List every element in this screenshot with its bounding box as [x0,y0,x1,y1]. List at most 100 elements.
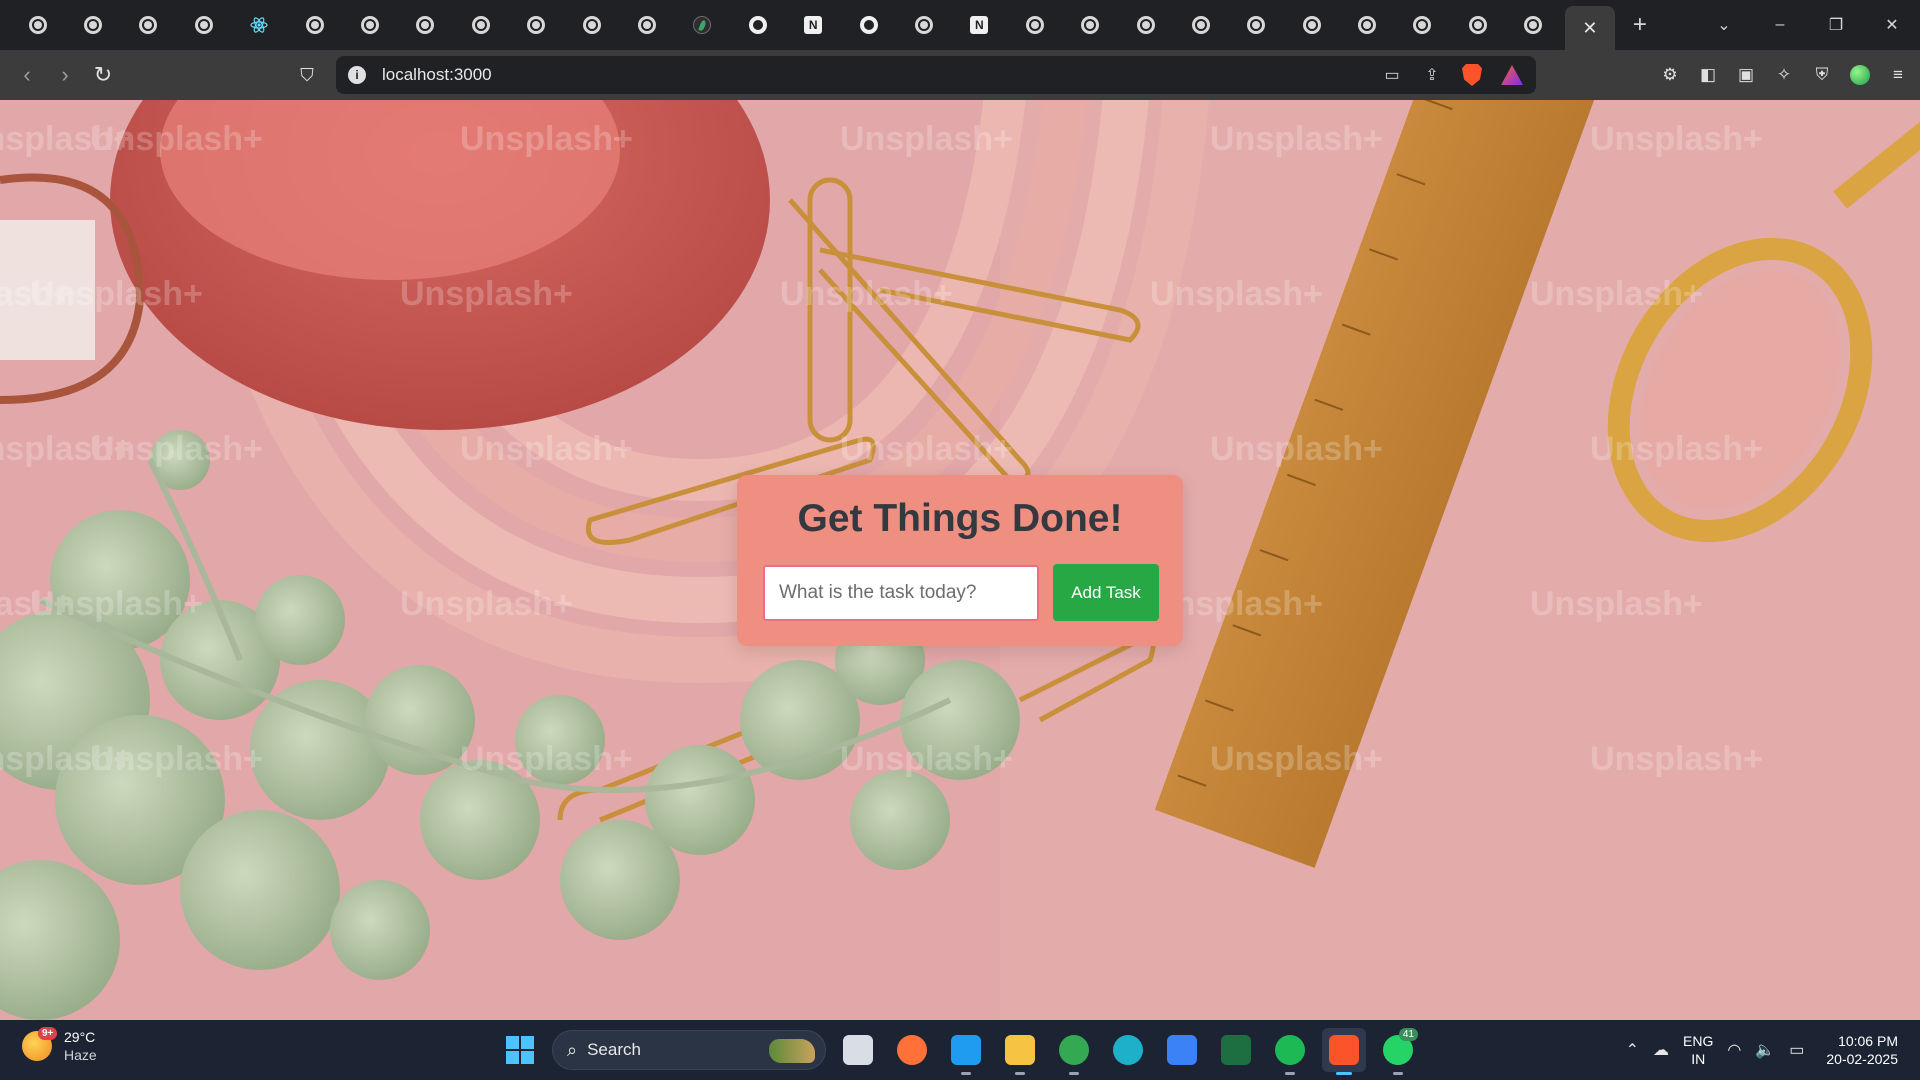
browser-tab[interactable] [287,5,342,45]
tab-strip: N N ✕ + [0,0,1920,50]
weather-condition: Haze [64,1047,97,1063]
taskbar-app-microsoft-store[interactable] [1160,1028,1204,1072]
address-bar[interactable]: i localhost:3000 ▭ ⇪ [336,56,1536,94]
watermark-text: Unsplash+ [840,120,1013,158]
browser-tab[interactable] [1173,5,1228,45]
sidebar-icon[interactable]: ◧ [1696,63,1720,87]
taskbar-app-spotify[interactable] [1268,1028,1312,1075]
taskbar-app-firefox[interactable] [890,1028,934,1072]
running-indicator [1336,1072,1352,1075]
brave-rewards-icon[interactable] [1500,63,1524,87]
browser-tab[interactable] [176,5,231,45]
browser-tab[interactable] [509,5,564,45]
browser-tab[interactable] [1229,5,1284,45]
taskbar-app-vscode[interactable] [944,1028,988,1075]
clock[interactable]: 10:06 PM 20-02-2025 [1826,1032,1898,1068]
windows-logo-icon [506,1036,534,1064]
browser-tab[interactable] [730,5,785,45]
wifi-icon[interactable]: ◠ [1727,1040,1741,1060]
add-task-button[interactable]: Add Task [1053,564,1159,621]
weather-widget[interactable]: 9+ 29°C Haze [22,1027,97,1064]
browser-tab[interactable] [342,5,397,45]
active-tab[interactable]: ✕ [1564,6,1615,50]
start-button[interactable] [498,1028,542,1072]
browser-tab[interactable] [841,5,896,45]
browser-tab[interactable] [1506,5,1561,45]
spotify-icon [1275,1035,1305,1065]
tab-search-icon[interactable]: ⌄ [1696,15,1752,35]
restore-icon[interactable]: ❐ [1808,15,1864,35]
forward-button[interactable]: › [46,56,84,94]
globe-icon [1247,16,1266,34]
taskbar-app-task-view[interactable] [836,1028,880,1072]
brave-shields-icon[interactable] [1460,63,1484,87]
browser-tab[interactable] [453,5,508,45]
firefox-icon [897,1035,927,1065]
minimize-icon[interactable]: – [1752,16,1808,34]
search-icon: ⌕ [567,1039,578,1060]
task-input[interactable] [763,565,1039,621]
browser-tab[interactable] [619,5,674,45]
vpn-icon[interactable]: ⛨ [1810,63,1834,87]
browser-tab[interactable] [896,5,951,45]
profile-icon[interactable] [1848,63,1872,87]
browser-tab[interactable] [1007,5,1062,45]
weather-text: 29°C Haze [64,1028,97,1064]
browser-tab[interactable]: N [952,5,1007,45]
watermark-text: Unsplash+ [90,740,263,778]
language-indicator[interactable]: ENG IN [1683,1032,1713,1068]
browser-tab[interactable] [121,5,176,45]
extensions-icon[interactable]: ⚙ [1658,63,1682,87]
weather-badge: 9+ [38,1027,58,1040]
browser-tab[interactable] [1284,5,1339,45]
watermark-text: Unsplash+ [1210,430,1383,468]
watermark-text: Unsplash+ [460,120,633,158]
browser-tab[interactable] [1450,5,1505,45]
new-tab-button[interactable]: + [1615,11,1665,39]
share-icon[interactable]: ⇪ [1420,63,1444,87]
excel-icon [1221,1035,1251,1065]
leo-ai-icon[interactable]: ✧ [1772,63,1796,87]
browser-tab[interactable] [398,5,453,45]
browser-tab[interactable] [675,5,730,45]
browser-tab[interactable] [1062,5,1117,45]
leaf-icon [693,16,712,34]
browser-tab[interactable] [1339,5,1394,45]
search-label: Search [587,1040,641,1059]
browser-tab[interactable] [10,5,65,45]
globe-icon [527,16,546,34]
taskbar-app-excel[interactable] [1214,1028,1258,1072]
browser-tab[interactable] [1118,5,1173,45]
reload-button[interactable]: ↻ [84,56,122,94]
onedrive-icon[interactable]: ☁ [1653,1040,1669,1060]
browser-tab[interactable]: N [785,5,840,45]
watermark-text: Unsplash+ [1530,585,1703,623]
taskbar-app-brave[interactable] [1322,1028,1366,1075]
browser-tab[interactable] [232,5,287,45]
close-tab-icon[interactable]: ✕ [1582,18,1597,39]
taskbar-app-chrome[interactable] [1052,1028,1096,1075]
url-text[interactable]: localhost:3000 [382,65,492,85]
browser-tab[interactable] [1395,5,1450,45]
site-info-icon[interactable]: i [348,66,366,84]
back-button[interactable]: ‹ [8,56,46,94]
window-controls: ⌄ – ❐ ✕ [1696,0,1920,50]
taskbar: 9+ 29°C Haze ⌕ Search 41 ⌃ ☁ ENG IN ◠ 🔈 … [0,1020,1920,1080]
menu-icon[interactable]: ≡ [1886,63,1910,87]
watermark-text: Unsplash+ [400,275,573,313]
battery-icon[interactable]: ▭ [1789,1040,1804,1060]
bookmark-icon[interactable]: ⛉ [293,61,321,89]
wallet-icon[interactable]: ▣ [1734,63,1758,87]
close-window-icon[interactable]: ✕ [1864,15,1920,35]
taskbar-app-whatsapp[interactable]: 41 [1376,1028,1420,1075]
taskbar-search[interactable]: ⌕ Search [552,1030,826,1070]
volume-muted-icon[interactable]: 🔈 [1755,1040,1775,1060]
browser-tab[interactable] [564,5,619,45]
browser-tab[interactable] [65,5,120,45]
taskbar-app-file-explorer[interactable] [998,1028,1042,1075]
taskbar-app-edge[interactable] [1106,1028,1150,1072]
page-viewport: Unsplash+ Unsplash+ Unsplash+ Unsplash+ Unsp… [0,100,1920,1020]
show-hidden-icons-icon[interactable]: ⌃ [1626,1040,1639,1060]
globe-icon [416,16,435,34]
cast-icon[interactable]: ▭ [1380,63,1404,87]
